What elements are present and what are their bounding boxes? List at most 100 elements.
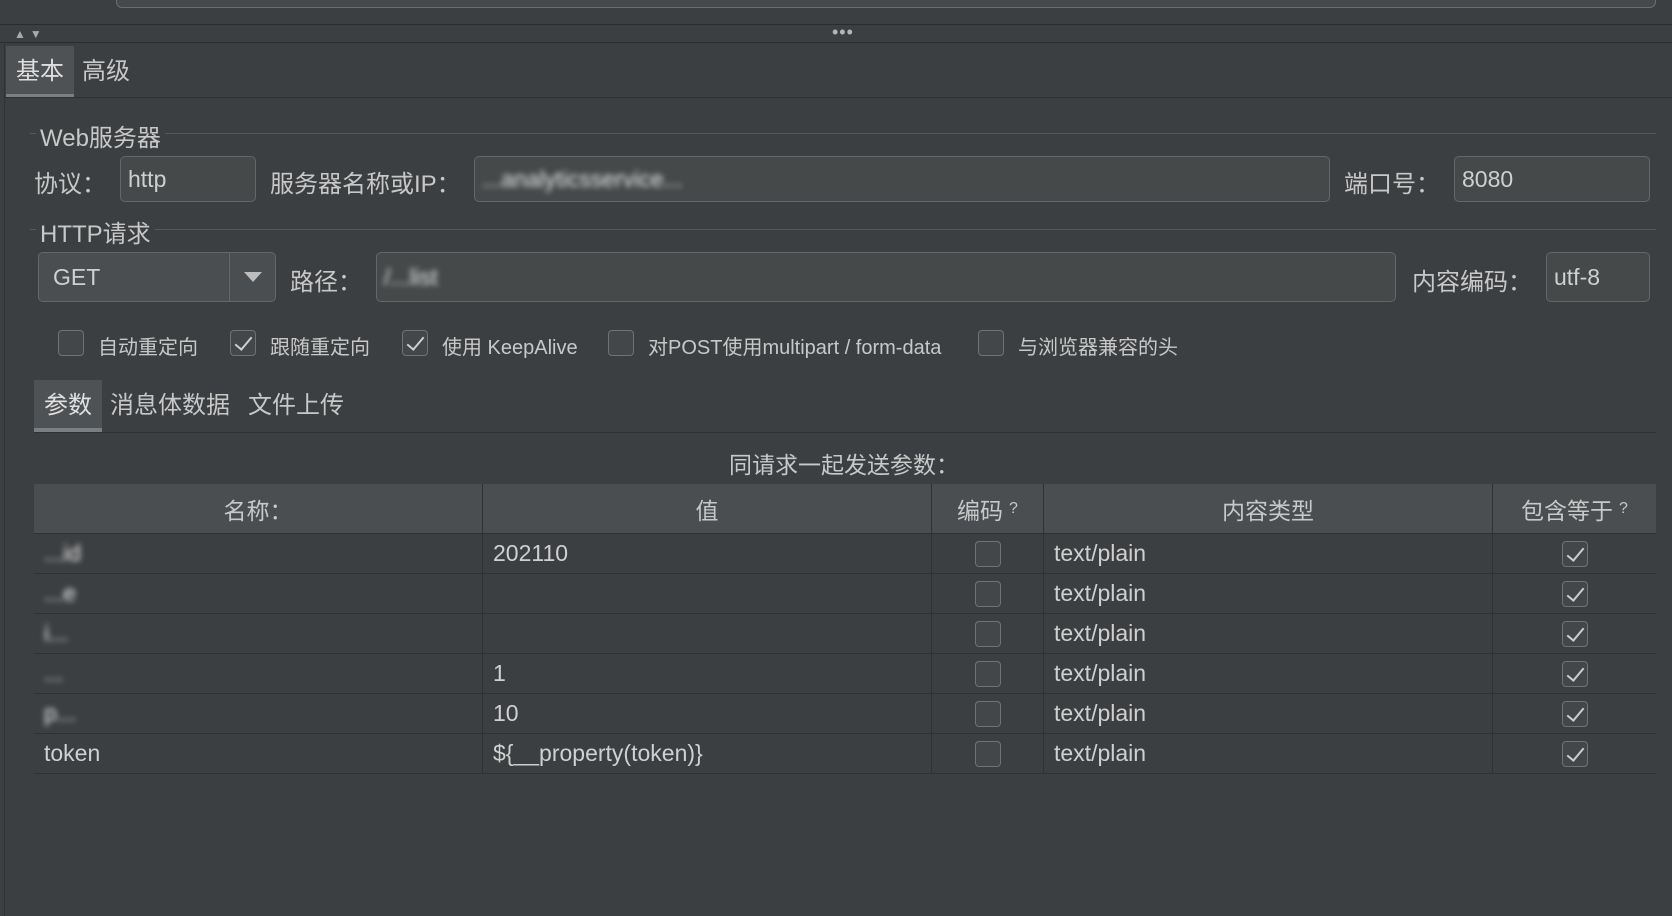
table-row[interactable]: i... text/plain <box>34 614 1656 654</box>
param-include-equals-cell <box>1493 534 1656 573</box>
checkbox-follow-redirect[interactable] <box>230 330 256 356</box>
checkbox-auto-redirect[interactable] <box>58 330 84 356</box>
auto-redirect-label: 自动重定向 <box>98 337 198 359</box>
path-value: /...list <box>384 263 438 290</box>
method-select[interactable]: GET <box>38 252 276 302</box>
divider <box>0 42 1672 43</box>
tab-advanced[interactable]: 高级 <box>72 46 140 98</box>
section-border <box>30 133 1656 134</box>
column-header-value[interactable]: 值 <box>483 484 932 533</box>
tab-parameters[interactable]: 参数 <box>34 380 102 432</box>
previous-field-edge <box>116 0 1656 8</box>
port-label: 端口号： <box>1344 171 1440 198</box>
include-equals-checkbox[interactable] <box>1561 620 1588 647</box>
param-name: ...id <box>44 540 82 566</box>
section-title-web-server: Web服务器 <box>36 118 165 153</box>
browser-headers-label: 与浏览器兼容的头 <box>1018 337 1178 359</box>
include-equals-checkbox[interactable] <box>1561 660 1588 687</box>
encode-checkbox[interactable] <box>974 620 1001 647</box>
param-encode-cell <box>932 694 1044 733</box>
tabs-divider <box>5 97 1672 98</box>
param-name-cell[interactable]: ...id <box>34 534 483 573</box>
keepalive-label: 使用 KeepAlive <box>442 337 578 359</box>
include-equals-checkbox[interactable] <box>1561 740 1588 767</box>
include-equals-checkbox[interactable] <box>1561 700 1588 727</box>
encode-header-label: 编码 <box>957 497 1004 524</box>
param-name: i... <box>44 620 69 646</box>
tab-basic[interactable]: 基本 <box>6 46 74 98</box>
path-input[interactable]: /...list <box>376 252 1396 302</box>
table-header: 名称： 值 编码? 内容类型 包含等于? <box>34 484 1656 534</box>
param-name-cell[interactable]: p... <box>34 694 483 733</box>
include-equals-hint-icon: ? <box>1619 499 1628 517</box>
param-value-cell[interactable]: 10 <box>483 694 932 733</box>
panel-edge <box>4 44 5 916</box>
table-caption: 同请求一起发送参数： <box>729 452 959 478</box>
param-include-equals-cell <box>1493 614 1656 653</box>
method-value: GET <box>53 264 101 290</box>
encode-hint-icon: ? <box>1009 499 1018 517</box>
param-name-cell[interactable]: i... <box>34 614 483 653</box>
param-encode-cell <box>932 574 1044 613</box>
param-name: p... <box>44 700 76 726</box>
checkbox-multipart[interactable] <box>608 330 634 356</box>
subtabs-divider <box>34 432 1656 433</box>
encoding-input[interactable]: utf-8 <box>1546 252 1650 302</box>
param-content-type-cell[interactable]: text/plain <box>1044 654 1493 693</box>
column-header-include-equals[interactable]: 包含等于? <box>1493 484 1656 533</box>
port-input[interactable]: 8080 <box>1454 156 1650 202</box>
tab-body-data[interactable]: 消息体数据 <box>100 380 240 432</box>
path-label: 路径： <box>290 269 362 296</box>
follow-redirect-label: 跟随重定向 <box>270 337 370 359</box>
encode-checkbox[interactable] <box>974 700 1001 727</box>
chevron-down-icon <box>243 272 262 282</box>
param-value-cell[interactable]: 1 <box>483 654 932 693</box>
param-encode-cell <box>932 614 1044 653</box>
param-content-type-cell[interactable]: text/plain <box>1044 574 1493 613</box>
param-value-cell[interactable] <box>483 614 932 653</box>
param-encode-cell <box>932 734 1044 773</box>
param-encode-cell <box>932 654 1044 693</box>
protocol-input[interactable]: http <box>120 156 256 202</box>
column-header-name[interactable]: 名称： <box>34 484 483 533</box>
param-content-type-cell[interactable]: text/plain <box>1044 694 1493 733</box>
include-equals-checkbox[interactable] <box>1561 540 1588 567</box>
checkbox-browser-headers[interactable] <box>978 330 1004 356</box>
column-header-encode[interactable]: 编码? <box>932 484 1044 533</box>
protocol-label: 协议： <box>34 171 106 198</box>
method-dropdown-button[interactable] <box>229 253 275 301</box>
splitter-arrows-icon[interactable]: ▲▼ <box>14 26 46 42</box>
column-header-content-type[interactable]: 内容类型 <box>1044 484 1493 533</box>
table-row[interactable]: ...e text/plain <box>34 574 1656 614</box>
tab-file-upload[interactable]: 文件上传 <box>238 380 354 432</box>
server-value: ...analyticsservice... <box>482 165 683 192</box>
include-equals-checkbox[interactable] <box>1561 580 1588 607</box>
param-include-equals-cell <box>1493 574 1656 613</box>
param-include-equals-cell <box>1493 654 1656 693</box>
encode-checkbox[interactable] <box>974 580 1001 607</box>
param-value-cell[interactable]: ${__property(token)} <box>483 734 932 773</box>
server-input[interactable]: ...analyticsservice... <box>474 156 1330 202</box>
checkbox-keepalive[interactable] <box>402 330 428 356</box>
param-content-type-cell[interactable]: text/plain <box>1044 534 1493 573</box>
table-row[interactable]: ...id 202110 text/plain <box>34 534 1656 574</box>
splitter-handle-icon[interactable]: ••• <box>832 22 854 43</box>
param-name-cell[interactable]: ... <box>34 654 483 693</box>
param-include-equals-cell <box>1493 694 1656 733</box>
encode-checkbox[interactable] <box>974 660 1001 687</box>
param-content-type-cell[interactable]: text/plain <box>1044 614 1493 653</box>
table-row[interactable]: p... 10 text/plain <box>34 694 1656 734</box>
section-border <box>30 229 1656 230</box>
param-value-cell[interactable] <box>483 574 932 613</box>
table-row[interactable]: ... 1 text/plain <box>34 654 1656 694</box>
param-value-cell[interactable]: 202110 <box>483 534 932 573</box>
param-name-cell[interactable]: token <box>34 734 483 773</box>
param-name-cell[interactable]: ...e <box>34 574 483 613</box>
table-row[interactable]: token ${__property(token)} text/plain <box>34 734 1656 774</box>
param-include-equals-cell <box>1493 734 1656 773</box>
encode-checkbox[interactable] <box>974 540 1001 567</box>
encode-checkbox[interactable] <box>974 740 1001 767</box>
param-content-type-cell[interactable]: text/plain <box>1044 734 1493 773</box>
include-equals-header-label: 包含等于 <box>1521 497 1614 524</box>
param-name: ...e <box>44 580 76 606</box>
